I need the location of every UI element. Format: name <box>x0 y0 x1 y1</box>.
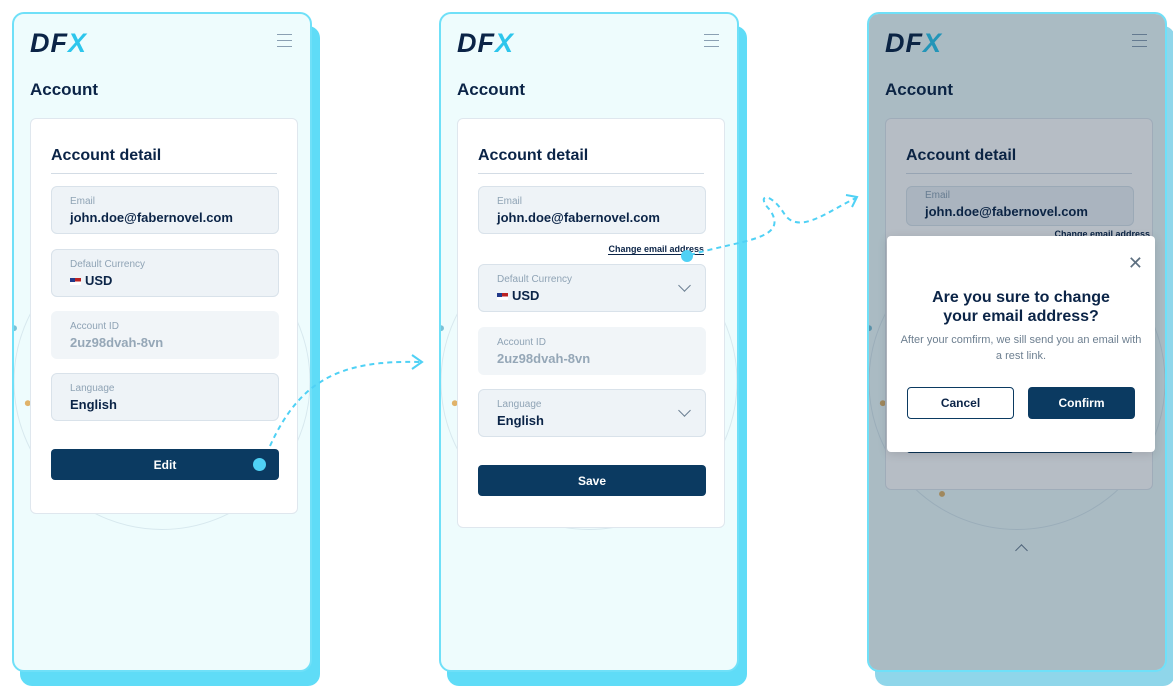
page-title: Account <box>30 80 98 99</box>
us-flag-icon <box>70 278 81 286</box>
currency-select[interactable]: Default Currency USD <box>478 264 706 312</box>
account-id-label: Account ID <box>70 321 119 332</box>
currency-field: Default Currency USD <box>51 249 279 297</box>
language-field: Language English <box>51 373 279 421</box>
cancel-button[interactable]: Cancel <box>907 387 1014 419</box>
divider <box>478 173 704 174</box>
account-detail-card: Account detail Email john.doe@fabernovel… <box>457 118 725 528</box>
screen-edit-mode: DFX Account Account detail Email john.do… <box>439 12 747 686</box>
account-id-field: Account ID 2uz98dvah-8vn <box>51 311 279 359</box>
us-flag-icon <box>497 293 508 301</box>
email-label: Email <box>497 196 523 207</box>
tap-indicator <box>253 458 266 471</box>
email-value: john.doe@fabernovel.com <box>497 210 660 225</box>
chevron-down-icon <box>678 279 691 292</box>
page-title: Account <box>457 80 525 99</box>
phone-frame: DFX Account Account detail Email john.do… <box>12 12 312 672</box>
hamburger-icon[interactable] <box>704 34 719 48</box>
email-field: Email john.doe@fabernovel.com <box>51 186 279 234</box>
dfx-logo: DFX <box>457 28 515 58</box>
account-id-label: Account ID <box>497 337 546 348</box>
currency-label: Default Currency <box>497 274 573 285</box>
confirm-modal: ✕ Are you sure to change your email addr… <box>887 236 1155 452</box>
phone-frame: DFX Account Account detail Email john.do… <box>439 12 739 672</box>
confirm-button[interactable]: Confirm <box>1028 387 1135 419</box>
language-label: Language <box>497 399 542 410</box>
currency-value: USD <box>70 273 112 288</box>
language-value: English <box>497 413 544 428</box>
modal-body: After your comfirm, we sill send you an … <box>900 334 1142 362</box>
tap-indicator <box>681 250 693 262</box>
edit-button[interactable]: Edit <box>51 449 279 480</box>
hamburger-icon[interactable] <box>277 34 292 48</box>
account-id-value: 2uz98dvah-8vn <box>497 351 591 366</box>
save-button[interactable]: Save <box>478 465 706 496</box>
language-select[interactable]: Language English <box>478 389 706 437</box>
card-title: Account detail <box>51 147 162 164</box>
language-label: Language <box>70 383 115 394</box>
account-detail-card: Account detail Email john.doe@fabernovel… <box>30 118 298 514</box>
screen-view-mode: DFX Account Account detail Email john.do… <box>12 12 320 686</box>
email-field: Email john.doe@fabernovel.com <box>478 186 706 234</box>
account-id-field: Account ID 2uz98dvah-8vn <box>478 327 706 375</box>
divider <box>51 173 277 174</box>
screen-confirm-modal: DFX Account Account detail Email john.do… <box>867 12 1173 686</box>
card-title: Account detail <box>478 147 589 164</box>
currency-label: Default Currency <box>70 259 146 270</box>
language-value: English <box>70 397 117 412</box>
account-id-value: 2uz98dvah-8vn <box>70 335 164 350</box>
currency-value: USD <box>497 288 539 303</box>
email-value: john.doe@fabernovel.com <box>70 210 233 225</box>
modal-title: Are you sure to change your email addres… <box>932 289 1110 325</box>
email-label: Email <box>70 196 96 207</box>
close-icon[interactable]: ✕ <box>1128 254 1143 272</box>
chevron-down-icon <box>678 404 691 417</box>
dfx-logo: DFX <box>30 28 88 58</box>
phone-frame: DFX Account Account detail Email john.do… <box>867 12 1167 672</box>
